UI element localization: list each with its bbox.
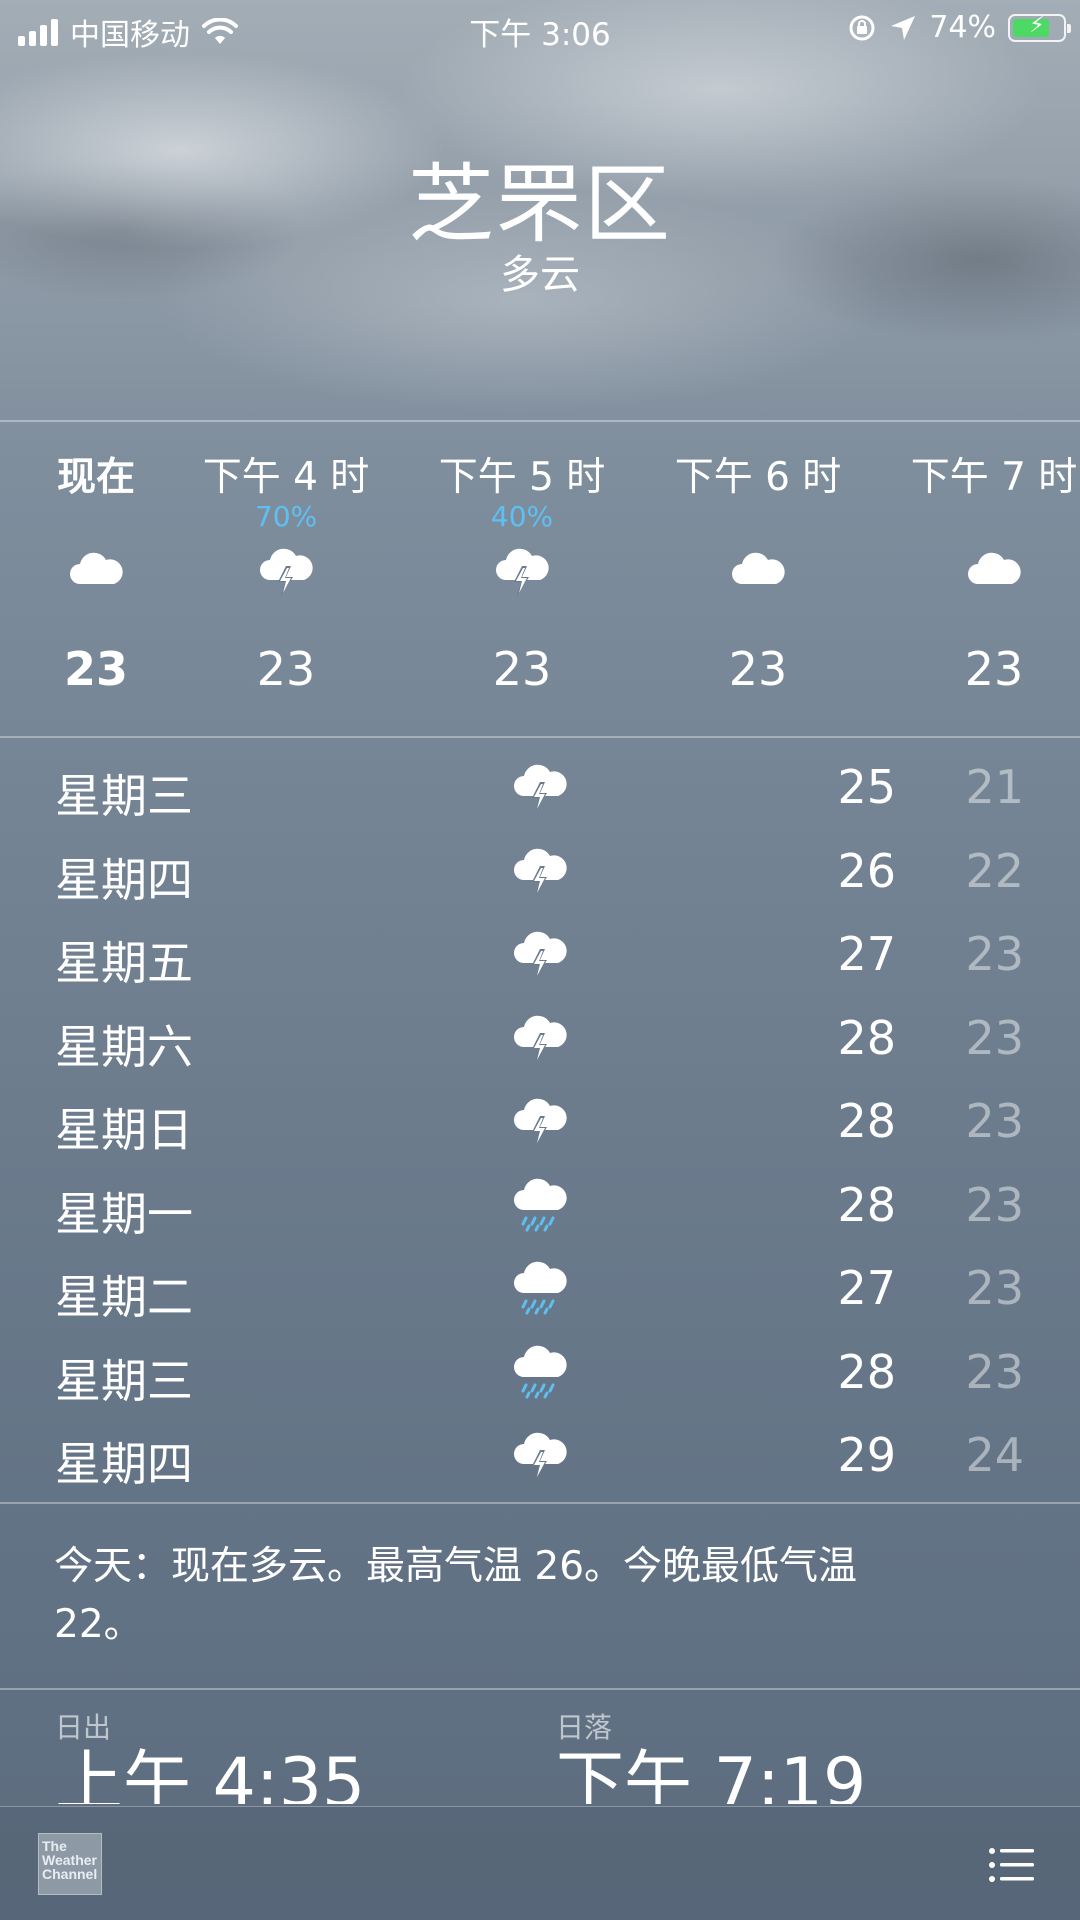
day-name: 星期三 — [55, 769, 193, 823]
sunrise-label: 日出 — [55, 1711, 112, 1744]
thunderstorm-icon — [512, 844, 568, 898]
day-name: 星期六 — [55, 1019, 193, 1074]
low-temp: 23 — [965, 1010, 1024, 1065]
hourly-forecast[interactable]: 现在 23 下午 4 时 70% 23 下午 5 时 40% 23 下午 6 时 23 下午 7 时… — [0, 420, 1080, 736]
daily-row: 星期四 26 22 — [0, 830, 1080, 914]
city-name: 芝罘区 — [408, 155, 672, 255]
hour-temp: 23 — [964, 642, 1024, 696]
daily-row: 星期六 28 23 — [0, 997, 1080, 1081]
sunset-label: 日落 — [556, 1711, 613, 1744]
status-bar: 中国移动 下午 3:06 74% ⚡ — [0, 0, 1080, 56]
battery-percent: 74% — [929, 10, 996, 45]
daily-row: 星期三 28 23 — [0, 1331, 1080, 1415]
day-name: 星期五 — [55, 936, 193, 990]
high-temp: 28 — [837, 1094, 896, 1148]
hourly-item: 下午 5 时 40% 23 — [422, 420, 622, 736]
low-temp: 23 — [965, 1261, 1024, 1315]
thunderstorm-icon — [512, 1094, 568, 1148]
hour-temp: 23 — [256, 642, 316, 696]
hour-label: 下午 7 时 — [910, 455, 1078, 500]
high-temp: 27 — [837, 1261, 896, 1315]
hourly-item: 下午 7 时 23 — [894, 420, 1080, 736]
current-condition: 多云 — [500, 252, 580, 298]
high-temp: 26 — [837, 843, 896, 898]
high-temp: 28 — [837, 1010, 896, 1065]
sunrise-time: 上午 4:35 — [55, 1744, 366, 1804]
precip-chance: 70% — [254, 500, 318, 533]
hourly-item: 下午 4 时 70% 23 — [186, 420, 386, 736]
sunset-time: 下午 7:19 — [556, 1744, 867, 1804]
high-temp: 29 — [837, 1428, 896, 1482]
hour-temp: 23 — [63, 642, 128, 696]
high-temp: 28 — [837, 1177, 896, 1232]
cloud-icon — [730, 544, 786, 594]
day-name: 星期二 — [55, 1270, 193, 1324]
hour-label: 下午 6 时 — [674, 455, 842, 500]
battery-icon: ⚡ — [1008, 13, 1071, 42]
low-temp: 23 — [965, 1177, 1024, 1232]
low-temp: 23 — [965, 1094, 1024, 1148]
low-temp: 22 — [965, 843, 1024, 898]
daily-row: 星期四 29 24 — [0, 1414, 1080, 1498]
hour-temp: 23 — [728, 642, 788, 696]
hourly-item: 现在 23 — [0, 420, 196, 736]
daily-row: 星期一 28 23 — [0, 1164, 1080, 1248]
cloud-icon — [68, 544, 124, 594]
divider — [0, 1502, 1080, 1504]
hour-temp: 23 — [492, 642, 552, 696]
thunderstorm-icon — [512, 1428, 568, 1482]
daily-forecast[interactable]: 星期三 25 21 星期四 26 22 星期五 27 23 星期六 28 23 星期日 28 23 星期一 28… — [0, 746, 1080, 1498]
high-temp: 25 — [837, 760, 896, 814]
weather-channel-logo[interactable]: The Weather Channel — [38, 1833, 102, 1895]
day-name: 星期日 — [55, 1103, 193, 1157]
hour-label: 现在 — [56, 455, 135, 500]
low-temp: 21 — [965, 760, 1024, 814]
thunderstorm-icon — [258, 544, 314, 596]
day-name: 星期三 — [55, 1353, 193, 1408]
cloud-icon — [966, 544, 1022, 594]
thunderstorm-icon — [512, 1011, 568, 1065]
list-icon[interactable] — [988, 1847, 1036, 1883]
bottom-toolbar: The Weather Channel — [0, 1806, 1080, 1920]
rain-icon — [512, 1178, 568, 1232]
rain-icon — [512, 1345, 568, 1399]
low-temp: 24 — [965, 1428, 1024, 1482]
high-temp: 28 — [837, 1344, 896, 1399]
precip-chance: 40% — [490, 500, 554, 533]
divider — [0, 1688, 1080, 1690]
today-summary: 今天：现在多云。最高气温 26。今晚最低气温 22。 — [54, 1544, 858, 1647]
thunderstorm-icon — [512, 927, 568, 981]
orientation-lock-icon — [849, 15, 875, 40]
day-name: 星期一 — [55, 1186, 193, 1241]
hour-label: 下午 5 时 — [438, 455, 606, 500]
rain-icon — [512, 1261, 568, 1315]
daily-row: 星期五 27 23 — [0, 913, 1080, 997]
daily-row: 星期日 28 23 — [0, 1080, 1080, 1164]
daily-row: 星期三 25 21 — [0, 746, 1080, 830]
hourly-item: 下午 6 时 23 — [658, 420, 858, 736]
location-arrow-icon — [891, 15, 916, 40]
hour-label: 下午 4 时 — [202, 455, 370, 500]
daily-row: 星期二 27 23 — [0, 1247, 1080, 1331]
divider — [0, 736, 1080, 738]
low-temp: 23 — [965, 927, 1024, 981]
thunderstorm-icon — [512, 760, 568, 814]
low-temp: 23 — [965, 1344, 1024, 1399]
thunderstorm-icon — [494, 544, 550, 596]
high-temp: 27 — [837, 927, 896, 981]
day-name: 星期四 — [55, 1437, 193, 1491]
day-name: 星期四 — [55, 852, 193, 907]
